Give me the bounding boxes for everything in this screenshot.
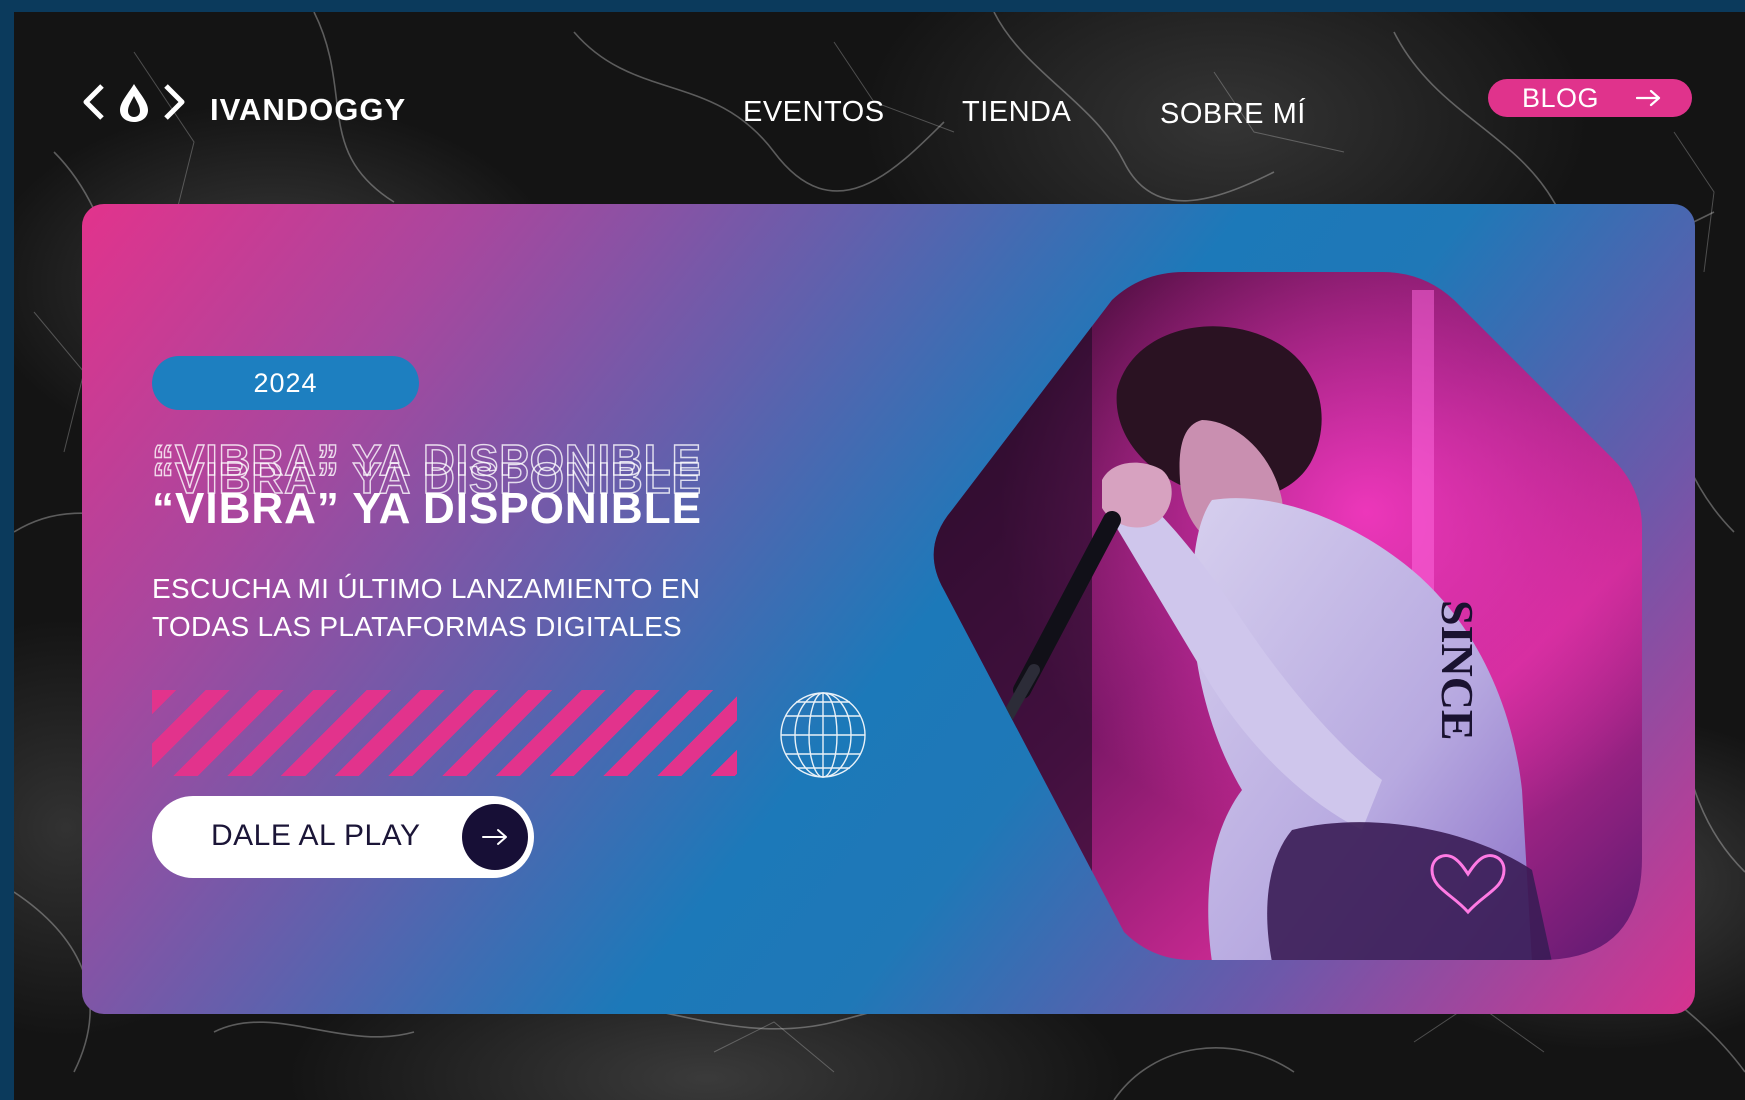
nav-item-tienda[interactable]: TIENDA (962, 96, 1071, 129)
hero-subtitle-line: TODAS LAS PLATAFORMAS DIGITALES (152, 611, 683, 642)
blog-button-label: BLOG (1522, 82, 1600, 113)
hero-subtitle: ESCUCHA MI ÚLTIMO LANZAMIENTO EN TODAS L… (152, 570, 772, 646)
play-button-label: DALE AL PLAY (211, 819, 421, 852)
page-background: IVANDOGGY EVENTOS TIENDA SOBRE MÍ BLOG 2… (14, 12, 1745, 1100)
nav-item-sobre-mi[interactable]: SOBRE MÍ (1160, 98, 1306, 131)
globe-icon (780, 692, 866, 778)
hero-subtitle-line: ESCUCHA MI ÚLTIMO LANZAMIENTO EN (152, 573, 701, 604)
arrow-right-icon (1636, 89, 1661, 107)
drop-brackets-icon[interactable] (82, 80, 186, 124)
artist-photo: SINCE (933, 272, 1642, 960)
arrow-right-icon (482, 829, 507, 845)
dale-al-play-button[interactable]: DALE AL PLAY (152, 796, 534, 878)
decorative-stripes (152, 690, 737, 776)
hero-card: 2024 “VIBRA” YA DISPONIBLE “VIBRA” YA DI… (82, 204, 1695, 1014)
nav-item-eventos[interactable]: EVENTOS (743, 96, 885, 129)
sleeve-text: SINCE (1432, 600, 1483, 741)
hero-title: “VIBRA” YA DISPONIBLE (152, 484, 702, 533)
play-button-circle (462, 804, 528, 870)
brand-name[interactable]: IVANDOGGY (210, 92, 406, 128)
blog-button[interactable]: BLOG (1488, 79, 1692, 117)
year-badge: 2024 (152, 356, 419, 410)
top-header: IVANDOGGY EVENTOS TIENDA SOBRE MÍ BLOG (14, 12, 1745, 192)
